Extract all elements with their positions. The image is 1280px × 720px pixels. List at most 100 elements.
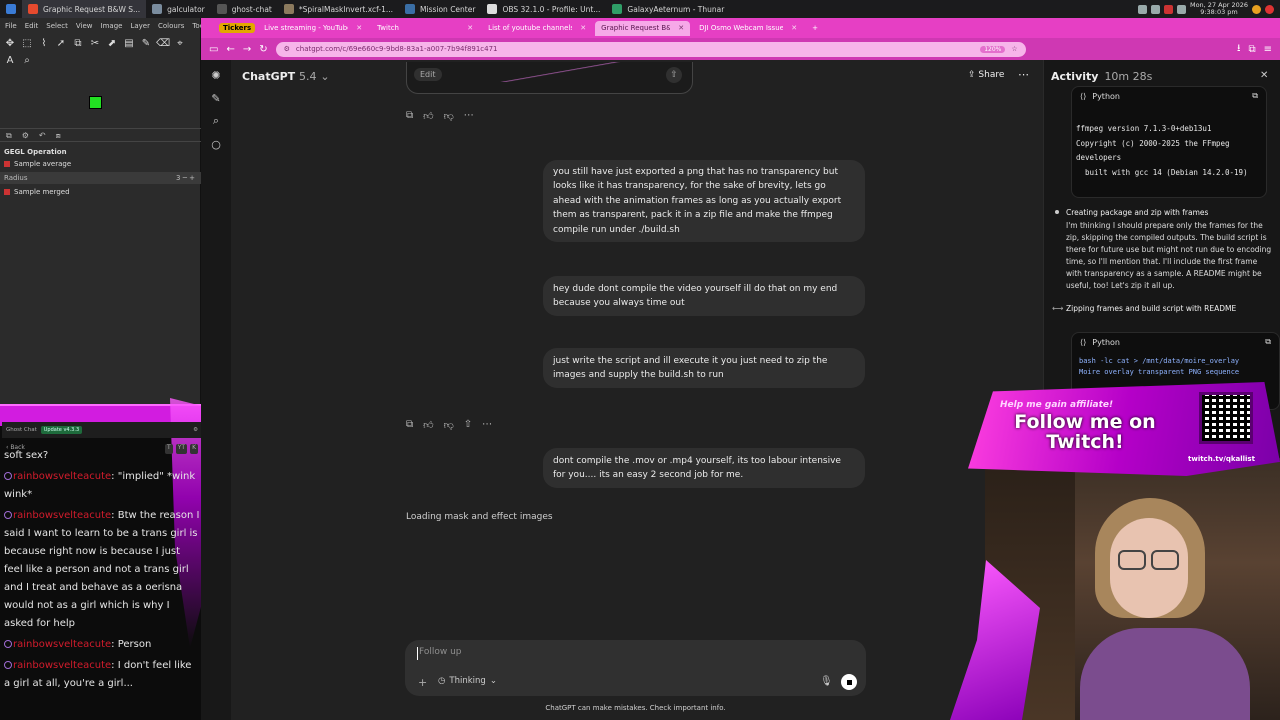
mic-icon[interactable] <box>1163 4 1173 14</box>
volume-icon[interactable] <box>1176 4 1186 14</box>
copy-icon[interactable]: ⧉ <box>406 419 413 431</box>
browser-tab[interactable]: Graphic Request B&W Sep... ✕ <box>595 20 691 36</box>
generated-image-card[interactable] <box>406 62 693 94</box>
notification-icon[interactable] <box>1252 4 1261 14</box>
gimp-menu-item[interactable]: Image <box>101 22 123 32</box>
gimp-tool-icon[interactable]: ✥ <box>3 36 17 50</box>
more-icon[interactable]: ⋯ <box>482 419 492 431</box>
browser-tab[interactable]: Twitch ✕ <box>371 21 479 36</box>
gimp-tool-icon[interactable]: A <box>3 53 17 67</box>
gimp-menu-item[interactable]: Select <box>46 22 68 32</box>
taskbar-app[interactable]: galculator <box>146 0 211 18</box>
checkbox-icon[interactable] <box>4 161 10 167</box>
url-bar[interactable]: ⚙ chatgpt.com/c/69e660c9-9bd8-83a1-a007-… <box>275 41 1026 57</box>
gimp-menu-item[interactable]: View <box>76 22 93 32</box>
browser-tab[interactable]: List of youtube channels a... ✕ <box>482 21 592 36</box>
gimp-tool-icon[interactable]: ➚ <box>54 36 68 50</box>
model-selector[interactable]: ChatGPT 5.4 ⌄ <box>242 70 330 83</box>
more-options-icon[interactable]: ⋯ <box>1018 68 1029 81</box>
copy-icon[interactable]: ⧉ <box>1265 337 1271 347</box>
panel-tab-icon[interactable]: ⚙ <box>22 131 29 140</box>
forward-arrow-icon[interactable]: → <box>243 44 251 55</box>
gimp-tool-icon[interactable]: ⌖ <box>173 36 187 50</box>
foreground-color[interactable] <box>89 96 102 109</box>
gimp-tool-icon[interactable]: ⌇ <box>37 36 51 50</box>
extensions-icon[interactable]: ⧉ <box>1248 44 1255 55</box>
network-icon[interactable] <box>1137 4 1147 14</box>
bluetooth-icon[interactable] <box>1150 4 1160 14</box>
update-badge[interactable]: Update v4.3.3 <box>40 426 83 434</box>
app-icon <box>612 4 623 14</box>
color-swatch[interactable] <box>89 96 111 118</box>
taskbar-app[interactable]: OBS 32.1.0 - Profile: Unt... <box>481 0 606 18</box>
settings-icon[interactable]: ⚙ <box>193 427 198 433</box>
site-info-icon[interactable]: ⚙ <box>284 45 290 53</box>
downloads-icon[interactable]: ⭳ <box>1237 41 1241 58</box>
add-attachment-icon[interactable]: + <box>418 676 427 689</box>
search-icon[interactable]: ⌕ <box>208 113 224 129</box>
thumbs-up-icon[interactable]: 👍︎ <box>423 110 433 122</box>
back-arrow-icon[interactable]: ← <box>226 44 234 55</box>
gimp-tool-icon[interactable]: ✂ <box>88 36 102 50</box>
sidebar-toggle-icon[interactable]: ▭ <box>209 44 218 55</box>
more-icon[interactable]: ⋯ <box>464 110 474 122</box>
thumbs-up-icon[interactable]: 👍︎ <box>423 419 433 431</box>
gimp-tool-icon[interactable]: ▤ <box>122 36 136 50</box>
clock[interactable]: Mon, 27 Apr 2026 9:38:03 pm <box>1190 2 1248 16</box>
thumbs-down-icon[interactable]: 👎︎ <box>444 110 454 122</box>
reload-icon[interactable]: ↻ <box>259 44 267 55</box>
panel-tab-icon[interactable]: ↶ <box>39 131 46 140</box>
library-icon[interactable]: ○ <box>208 136 224 152</box>
bookmark-star-icon[interactable]: ☆ <box>1011 45 1017 53</box>
close-icon[interactable]: ✕ <box>1260 70 1268 81</box>
thinking-mode-selector[interactable]: ◷ Thinking ⌄ <box>438 676 497 686</box>
gimp-menu-item[interactable]: Layer <box>130 22 150 32</box>
prompt-input[interactable]: Follow up <box>417 647 717 660</box>
share-icon[interactable]: ⇧ <box>464 419 472 431</box>
edit-image-button[interactable]: Edit <box>414 68 442 81</box>
microphone-icon[interactable]: 🎙︎ <box>820 676 833 687</box>
new-chat-icon[interactable]: ✎ <box>208 90 224 106</box>
taskbar-app[interactable]: Graphic Request B&W S... <box>22 0 147 18</box>
gimp-tool-icon[interactable]: ⌫ <box>156 36 170 50</box>
thumbs-down-icon[interactable]: 👎︎ <box>444 419 454 431</box>
gimp-tool-icon[interactable]: ⬚ <box>20 36 34 50</box>
checkbox-icon[interactable] <box>4 189 10 195</box>
sample-merged-option[interactable]: Sample merged <box>0 186 201 198</box>
copy-icon[interactable]: ⧉ <box>1252 91 1258 101</box>
openai-logo-icon[interactable]: ✺ <box>208 67 224 83</box>
gimp-menu-item[interactable]: File <box>5 22 17 32</box>
gimp-tool-icon[interactable]: ⧉ <box>71 36 85 50</box>
close-tab-icon[interactable]: ✕ <box>467 24 473 32</box>
gimp-tool-icon[interactable]: ⬈ <box>105 36 119 50</box>
power-icon[interactable] <box>1265 4 1274 14</box>
panel-tab-icon[interactable]: ⧈ <box>56 131 61 140</box>
close-tab-icon[interactable]: ✕ <box>791 24 797 32</box>
browser-tab[interactable]: DJI Osmo Webcam Issue ✕ <box>693 21 803 36</box>
taskbar-app[interactable]: GalaxyAeternum - Thunar <box>606 0 730 18</box>
close-tab-icon[interactable]: ✕ <box>678 24 684 32</box>
taskbar-app[interactable]: Mission Center <box>399 0 481 18</box>
stop-button[interactable] <box>841 674 857 690</box>
close-tab-icon[interactable]: ✕ <box>580 24 586 32</box>
new-tab-icon[interactable]: + <box>812 24 818 32</box>
taskbar-menu-icon[interactable] <box>0 0 22 18</box>
menu-icon[interactable]: ≡ <box>1264 44 1272 55</box>
zoom-badge[interactable]: 120% <box>980 45 1006 53</box>
gimp-menu-item[interactable]: Edit <box>25 22 39 32</box>
gimp-menu-item[interactable]: Colours <box>158 22 184 32</box>
browser-tab[interactable]: Live streaming - YouTube ✕ <box>258 21 368 36</box>
close-tab-icon[interactable]: ✕ <box>356 24 362 32</box>
copy-icon[interactable]: ⧉ <box>406 110 413 122</box>
tickers-tab-group[interactable]: Tickers <box>219 23 256 33</box>
share-button[interactable]: ⇪ Share <box>968 70 1004 80</box>
taskbar-app[interactable]: ghost-chat <box>211 0 278 18</box>
share-image-icon[interactable]: ⇧ <box>666 67 682 83</box>
thinking-status[interactable]: Loading mask and effect images <box>406 512 553 522</box>
gimp-tool-icon[interactable]: ⌕ <box>20 53 34 67</box>
gimp-tool-icon[interactable]: ✎ <box>139 36 153 50</box>
taskbar-app[interactable]: *SpiralMaskInvert.xcf-1... <box>278 0 399 18</box>
panel-tab-icon[interactable]: ⧉ <box>6 131 12 140</box>
radius-slider[interactable]: Radius 3 ─ + <box>0 172 201 184</box>
sample-average-option[interactable]: Sample average <box>0 158 201 170</box>
